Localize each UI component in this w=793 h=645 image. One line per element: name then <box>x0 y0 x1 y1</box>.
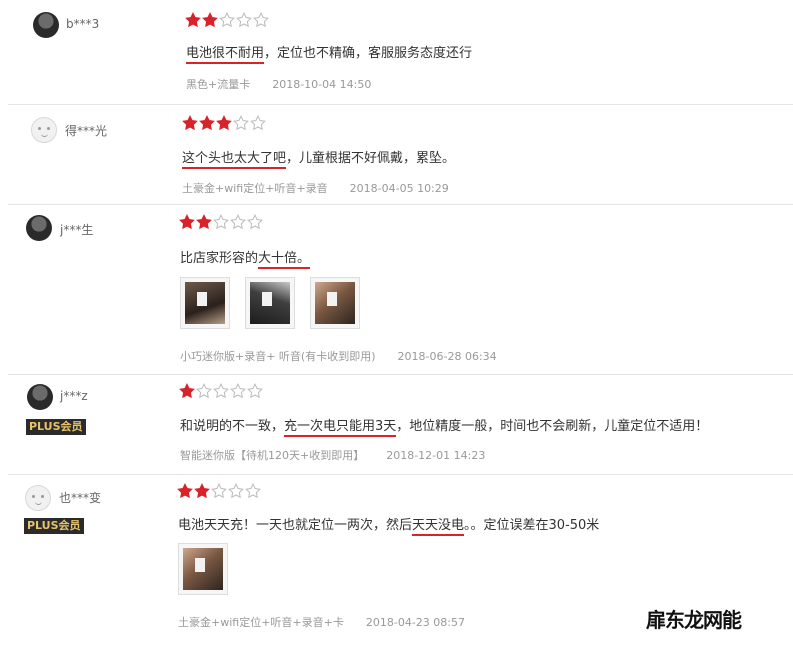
star-filled-icon <box>199 115 215 131</box>
star-empty-icon <box>213 214 229 230</box>
review-meta: 小巧迷你版+录音+ 听音(有卡收到即用) 2018-06-28 06:34 <box>180 348 497 364</box>
review-text-part: ，地位精度一般，时间也不会刷新，儿童定位不适用！ <box>396 419 709 434</box>
review-date: 2018-04-05 10:29 <box>349 182 449 195</box>
username[interactable]: b***3 <box>66 17 99 31</box>
review-date: 2018-10-04 14:50 <box>272 78 372 91</box>
review-text: 这个头也太大了吧，儿童根据不好佩戴，累坠。 <box>182 147 456 169</box>
review-text: 比店家形容的大十倍。 <box>180 247 311 269</box>
plus-member-badge: PLUS会员 <box>24 518 84 534</box>
review-meta: 黑色+流量卡 2018-10-04 14:50 <box>186 76 371 92</box>
review-photo-thumbnail[interactable] <box>180 277 230 329</box>
product-variant: 智能迷你版【待机120天+收到即用】 <box>180 449 365 462</box>
review-meta: 土豪金+wifi定位+听音+录音 2018-04-05 10:29 <box>182 180 449 196</box>
site-watermark: 扉东龙网能 <box>646 608 742 632</box>
star-empty-icon <box>228 483 244 499</box>
star-empty-icon <box>233 115 249 131</box>
review-text: 电池天天充！一天也就定位一两次，然后天天没电。。定位误差在30-50米 <box>178 514 600 536</box>
review-photo-thumbnail[interactable] <box>178 543 228 595</box>
highlighted-phrase: 大十倍。 <box>258 251 311 269</box>
username[interactable]: j***生 <box>60 221 93 238</box>
review-text-part: ，儿童根据不好佩戴，累坠。 <box>286 151 456 166</box>
star-empty-icon <box>211 483 227 499</box>
star-empty-icon <box>236 12 252 28</box>
review-text-part: 比店家形容的 <box>180 251 259 266</box>
star-empty-icon <box>219 12 235 28</box>
star-empty-icon <box>230 214 246 230</box>
star-filled-icon <box>196 214 212 230</box>
star-filled-icon <box>185 12 201 28</box>
star-rating <box>182 115 266 131</box>
star-empty-icon <box>245 483 261 499</box>
username[interactable]: 也***变 <box>59 489 101 506</box>
highlighted-phrase: 电池很不耐用 <box>186 46 265 64</box>
star-rating <box>177 483 261 499</box>
review-item: b***3 电池很不耐用，定位也不精确，客服服务态度还行 黑色+流量卡 2018-… <box>0 0 793 105</box>
star-filled-icon <box>182 115 198 131</box>
star-filled-icon <box>202 12 218 28</box>
review-text-part: 电池天天充！一天也就定位一两次，然后 <box>178 518 413 533</box>
review-text: 电池很不耐用，定位也不精确，客服服务态度还行 <box>186 42 473 64</box>
star-filled-icon <box>179 214 195 230</box>
user-avatar[interactable] <box>26 215 52 241</box>
product-variant: 土豪金+wifi定位+听音+录音+卡 <box>178 616 344 629</box>
review-date: 2018-12-01 14:23 <box>386 449 486 462</box>
review-text: 和说明的不一致，充一次电只能用3天，地位精度一般，时间也不会刷新，儿童定位不适用… <box>180 415 709 437</box>
star-empty-icon <box>230 383 246 399</box>
product-variant: 黑色+流量卡 <box>186 78 251 91</box>
review-meta: 土豪金+wifi定位+听音+录音+卡 2018-04-23 08:57 <box>178 614 465 630</box>
username[interactable]: j***z <box>60 389 88 403</box>
review-photo-thumbnail[interactable] <box>310 277 360 329</box>
review-date: 2018-04-23 08:57 <box>365 616 465 629</box>
user-avatar[interactable] <box>33 12 59 38</box>
review-date: 2018-06-28 06:34 <box>397 350 497 363</box>
star-rating <box>179 383 263 399</box>
default-avatar-icon[interactable] <box>25 485 51 511</box>
review-item: j***z PLUS会员 和说明的不一致，充一次电只能用3天，地位精度一般，时间… <box>0 375 793 475</box>
star-rating <box>179 214 263 230</box>
star-filled-icon <box>216 115 232 131</box>
star-empty-icon <box>247 214 263 230</box>
star-filled-icon <box>194 483 210 499</box>
review-item: j***生 比店家形容的大十倍。 小巧迷你版+录音+ 听音(有卡收到即用) 201… <box>0 205 793 375</box>
username[interactable]: 得***光 <box>65 122 107 139</box>
product-variant: 土豪金+wifi定位+听音+录音 <box>182 182 328 195</box>
review-photo-thumbnail[interactable] <box>245 277 295 329</box>
review-meta: 智能迷你版【待机120天+收到即用】 2018-12-01 14:23 <box>180 447 485 463</box>
highlighted-phrase: 天天没电 <box>412 518 465 536</box>
star-filled-icon <box>177 483 193 499</box>
star-empty-icon <box>247 383 263 399</box>
highlighted-phrase: 这个头也太大了吧 <box>182 151 287 169</box>
review-item: 得***光 这个头也太大了吧，儿童根据不好佩戴，累坠。 土豪金+wifi定位+听… <box>0 105 793 205</box>
star-filled-icon <box>179 383 195 399</box>
review-text-part: 和说明的不一致， <box>180 419 285 434</box>
star-rating <box>185 12 269 28</box>
default-avatar-icon[interactable] <box>31 117 57 143</box>
highlighted-phrase: 充一次电只能用3天 <box>284 419 397 437</box>
star-empty-icon <box>213 383 229 399</box>
review-text-part: 。。定位误差在30-50米 <box>464 518 600 533</box>
user-avatar[interactable] <box>27 384 53 410</box>
plus-member-badge: PLUS会员 <box>26 419 86 435</box>
star-empty-icon <box>253 12 269 28</box>
star-empty-icon <box>250 115 266 131</box>
product-variant: 小巧迷你版+录音+ 听音(有卡收到即用) <box>180 350 376 363</box>
review-text-part: ，定位也不精确，客服服务态度还行 <box>264 46 473 61</box>
star-empty-icon <box>196 383 212 399</box>
